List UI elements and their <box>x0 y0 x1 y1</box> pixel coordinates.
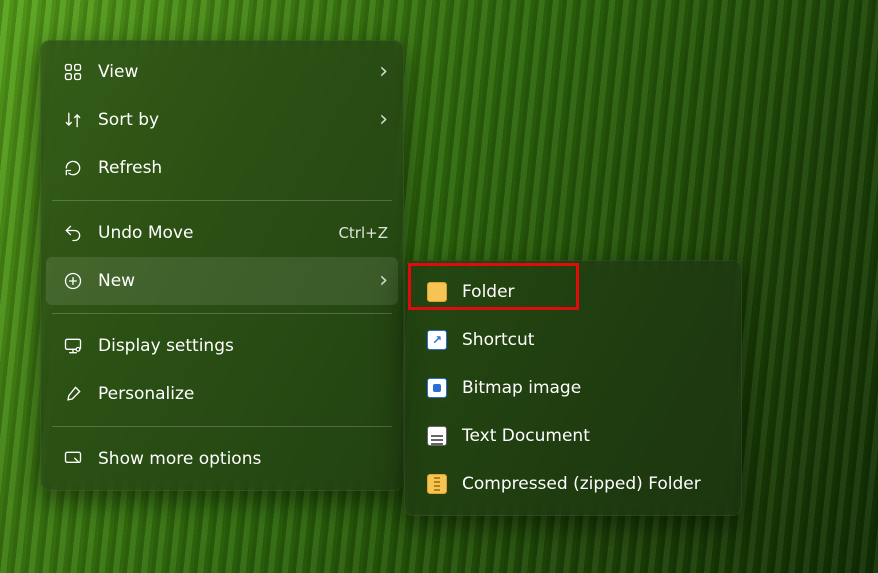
shortcut-icon: ↗ <box>422 330 452 350</box>
desktop-background: View Sort by Refresh <box>0 0 878 573</box>
refresh-label: Refresh <box>98 160 388 177</box>
chevron-right-icon <box>379 109 388 131</box>
personalize-label: Personalize <box>98 386 388 403</box>
chevron-right-icon <box>379 270 388 292</box>
view-icon <box>58 62 88 82</box>
display-icon <box>58 336 88 356</box>
sort-item[interactable]: Sort by <box>40 96 404 144</box>
new-item[interactable]: New <box>46 257 398 305</box>
new-folder-item[interactable]: Folder <box>404 268 742 316</box>
divider <box>52 426 392 427</box>
display-label: Display settings <box>98 338 388 355</box>
more-options-icon <box>58 449 88 469</box>
bitmap-icon <box>422 378 452 398</box>
new-zip-item[interactable]: Compressed (zipped) Folder <box>404 460 742 508</box>
new-label: New <box>98 273 379 290</box>
view-item[interactable]: View <box>40 48 404 96</box>
more-label: Show more options <box>98 451 388 468</box>
personalize-item[interactable]: Personalize <box>40 370 404 418</box>
plus-circle-icon <box>58 271 88 291</box>
sort-label: Sort by <box>98 112 379 129</box>
view-label: View <box>98 64 379 81</box>
new-bitmap-label: Bitmap image <box>462 380 726 397</box>
new-folder-label: Folder <box>462 284 726 301</box>
chevron-right-icon <box>379 61 388 83</box>
new-shortcut-item[interactable]: ↗ Shortcut <box>404 316 742 364</box>
undo-icon <box>58 223 88 243</box>
new-zip-label: Compressed (zipped) Folder <box>462 476 726 493</box>
refresh-icon <box>58 158 88 178</box>
zip-icon <box>422 474 452 494</box>
new-bitmap-item[interactable]: Bitmap image <box>404 364 742 412</box>
folder-icon <box>422 282 452 302</box>
undo-label: Undo Move <box>98 225 338 242</box>
context-menu: View Sort by Refresh <box>40 40 404 491</box>
show-more-item[interactable]: Show more options <box>40 435 404 483</box>
undo-shortcut: Ctrl+Z <box>338 226 388 241</box>
divider <box>52 200 392 201</box>
sort-icon <box>58 110 88 130</box>
undo-item[interactable]: Undo Move Ctrl+Z <box>40 209 404 257</box>
new-shortcut-label: Shortcut <box>462 332 726 349</box>
divider <box>52 313 392 314</box>
display-settings-item[interactable]: Display settings <box>40 322 404 370</box>
new-text-label: Text Document <box>462 428 726 445</box>
new-text-item[interactable]: Text Document <box>404 412 742 460</box>
refresh-item[interactable]: Refresh <box>40 144 404 192</box>
text-icon <box>422 426 452 446</box>
brush-icon <box>58 384 88 404</box>
new-submenu: Folder ↗ Shortcut Bitmap image Text Docu… <box>404 260 742 516</box>
